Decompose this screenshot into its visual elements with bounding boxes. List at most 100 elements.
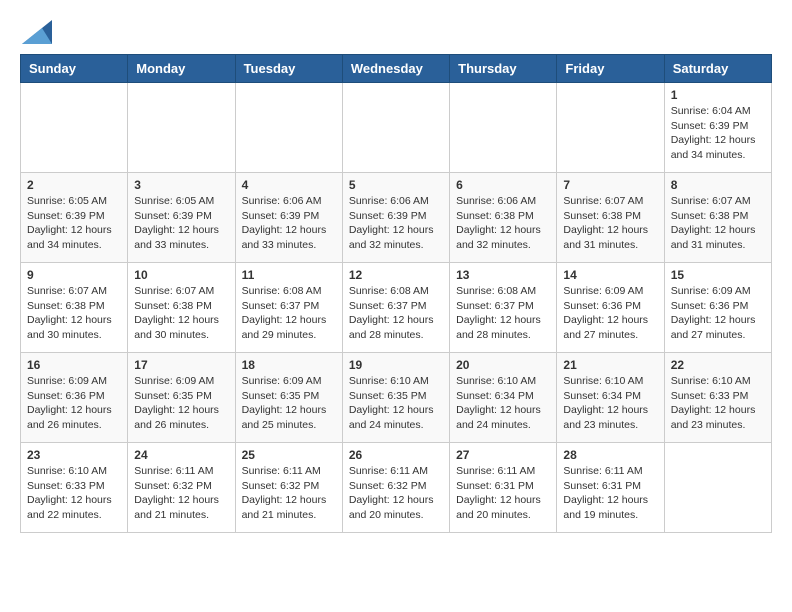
day-number: 5 — [349, 178, 443, 192]
day-number: 14 — [563, 268, 657, 282]
calendar-cell — [21, 83, 128, 173]
day-info: Sunrise: 6:10 AM Sunset: 6:34 PM Dayligh… — [563, 374, 657, 433]
calendar-cell — [664, 443, 771, 533]
calendar-cell: 7 Sunrise: 6:07 AM Sunset: 6:38 PM Daylig… — [557, 173, 664, 263]
day-info: Sunrise: 6:07 AM Sunset: 6:38 PM Dayligh… — [134, 284, 228, 343]
day-info: Sunrise: 6:08 AM Sunset: 6:37 PM Dayligh… — [349, 284, 443, 343]
calendar-cell: 4 Sunrise: 6:06 AM Sunset: 6:39 PM Daylig… — [235, 173, 342, 263]
calendar-cell: 5 Sunrise: 6:06 AM Sunset: 6:39 PM Daylig… — [342, 173, 449, 263]
calendar-table: SundayMondayTuesdayWednesdayThursdayFrid… — [20, 54, 772, 533]
day-number: 19 — [349, 358, 443, 372]
day-info: Sunrise: 6:05 AM Sunset: 6:39 PM Dayligh… — [134, 194, 228, 253]
weekday-header-row: SundayMondayTuesdayWednesdayThursdayFrid… — [21, 55, 772, 83]
day-info: Sunrise: 6:07 AM Sunset: 6:38 PM Dayligh… — [27, 284, 121, 343]
calendar-cell: 23 Sunrise: 6:10 AM Sunset: 6:33 PM Dayli… — [21, 443, 128, 533]
weekday-header-sunday: Sunday — [21, 55, 128, 83]
day-number: 28 — [563, 448, 657, 462]
day-info: Sunrise: 6:09 AM Sunset: 6:36 PM Dayligh… — [563, 284, 657, 343]
day-info: Sunrise: 6:10 AM Sunset: 6:33 PM Dayligh… — [671, 374, 765, 433]
logo — [20, 20, 52, 44]
day-number: 10 — [134, 268, 228, 282]
day-info: Sunrise: 6:04 AM Sunset: 6:39 PM Dayligh… — [671, 104, 765, 163]
calendar-cell: 13 Sunrise: 6:08 AM Sunset: 6:37 PM Dayli… — [450, 263, 557, 353]
day-number: 16 — [27, 358, 121, 372]
day-number: 24 — [134, 448, 228, 462]
calendar-week-4: 16 Sunrise: 6:09 AM Sunset: 6:36 PM Dayli… — [21, 353, 772, 443]
day-info: Sunrise: 6:11 AM Sunset: 6:31 PM Dayligh… — [456, 464, 550, 523]
day-number: 25 — [242, 448, 336, 462]
day-number: 4 — [242, 178, 336, 192]
day-number: 22 — [671, 358, 765, 372]
calendar-cell: 2 Sunrise: 6:05 AM Sunset: 6:39 PM Daylig… — [21, 173, 128, 263]
day-info: Sunrise: 6:10 AM Sunset: 6:33 PM Dayligh… — [27, 464, 121, 523]
day-info: Sunrise: 6:07 AM Sunset: 6:38 PM Dayligh… — [563, 194, 657, 253]
day-number: 7 — [563, 178, 657, 192]
calendar-week-1: 1 Sunrise: 6:04 AM Sunset: 6:39 PM Daylig… — [21, 83, 772, 173]
calendar-cell: 22 Sunrise: 6:10 AM Sunset: 6:33 PM Dayli… — [664, 353, 771, 443]
calendar-cell: 17 Sunrise: 6:09 AM Sunset: 6:35 PM Dayli… — [128, 353, 235, 443]
calendar-cell: 11 Sunrise: 6:08 AM Sunset: 6:37 PM Dayli… — [235, 263, 342, 353]
day-info: Sunrise: 6:10 AM Sunset: 6:35 PM Dayligh… — [349, 374, 443, 433]
day-number: 6 — [456, 178, 550, 192]
calendar-cell: 27 Sunrise: 6:11 AM Sunset: 6:31 PM Dayli… — [450, 443, 557, 533]
calendar-cell: 14 Sunrise: 6:09 AM Sunset: 6:36 PM Dayli… — [557, 263, 664, 353]
weekday-header-monday: Monday — [128, 55, 235, 83]
day-number: 9 — [27, 268, 121, 282]
calendar-cell — [235, 83, 342, 173]
calendar-week-5: 23 Sunrise: 6:10 AM Sunset: 6:33 PM Dayli… — [21, 443, 772, 533]
weekday-header-wednesday: Wednesday — [342, 55, 449, 83]
calendar-cell: 19 Sunrise: 6:10 AM Sunset: 6:35 PM Dayli… — [342, 353, 449, 443]
day-info: Sunrise: 6:06 AM Sunset: 6:38 PM Dayligh… — [456, 194, 550, 253]
day-number: 26 — [349, 448, 443, 462]
day-number: 18 — [242, 358, 336, 372]
page-header — [20, 20, 772, 44]
day-info: Sunrise: 6:11 AM Sunset: 6:32 PM Dayligh… — [134, 464, 228, 523]
weekday-header-friday: Friday — [557, 55, 664, 83]
day-number: 11 — [242, 268, 336, 282]
day-info: Sunrise: 6:06 AM Sunset: 6:39 PM Dayligh… — [242, 194, 336, 253]
weekday-header-tuesday: Tuesday — [235, 55, 342, 83]
calendar-cell: 3 Sunrise: 6:05 AM Sunset: 6:39 PM Daylig… — [128, 173, 235, 263]
day-info: Sunrise: 6:09 AM Sunset: 6:35 PM Dayligh… — [134, 374, 228, 433]
day-info: Sunrise: 6:10 AM Sunset: 6:34 PM Dayligh… — [456, 374, 550, 433]
day-info: Sunrise: 6:09 AM Sunset: 6:36 PM Dayligh… — [671, 284, 765, 343]
day-number: 17 — [134, 358, 228, 372]
calendar-cell — [342, 83, 449, 173]
calendar-cell: 6 Sunrise: 6:06 AM Sunset: 6:38 PM Daylig… — [450, 173, 557, 263]
calendar-cell: 28 Sunrise: 6:11 AM Sunset: 6:31 PM Dayli… — [557, 443, 664, 533]
weekday-header-thursday: Thursday — [450, 55, 557, 83]
calendar-cell — [450, 83, 557, 173]
day-number: 8 — [671, 178, 765, 192]
day-info: Sunrise: 6:07 AM Sunset: 6:38 PM Dayligh… — [671, 194, 765, 253]
day-number: 2 — [27, 178, 121, 192]
calendar-cell: 12 Sunrise: 6:08 AM Sunset: 6:37 PM Dayli… — [342, 263, 449, 353]
calendar-cell: 26 Sunrise: 6:11 AM Sunset: 6:32 PM Dayli… — [342, 443, 449, 533]
calendar-cell: 18 Sunrise: 6:09 AM Sunset: 6:35 PM Dayli… — [235, 353, 342, 443]
day-info: Sunrise: 6:08 AM Sunset: 6:37 PM Dayligh… — [242, 284, 336, 343]
calendar-cell: 15 Sunrise: 6:09 AM Sunset: 6:36 PM Dayli… — [664, 263, 771, 353]
day-number: 15 — [671, 268, 765, 282]
calendar-week-2: 2 Sunrise: 6:05 AM Sunset: 6:39 PM Daylig… — [21, 173, 772, 263]
calendar-cell: 20 Sunrise: 6:10 AM Sunset: 6:34 PM Dayli… — [450, 353, 557, 443]
calendar-cell — [557, 83, 664, 173]
day-number: 27 — [456, 448, 550, 462]
day-number: 23 — [27, 448, 121, 462]
day-number: 1 — [671, 88, 765, 102]
day-info: Sunrise: 6:08 AM Sunset: 6:37 PM Dayligh… — [456, 284, 550, 343]
calendar-cell: 24 Sunrise: 6:11 AM Sunset: 6:32 PM Dayli… — [128, 443, 235, 533]
day-info: Sunrise: 6:11 AM Sunset: 6:32 PM Dayligh… — [242, 464, 336, 523]
day-number: 12 — [349, 268, 443, 282]
day-info: Sunrise: 6:11 AM Sunset: 6:31 PM Dayligh… — [563, 464, 657, 523]
day-info: Sunrise: 6:11 AM Sunset: 6:32 PM Dayligh… — [349, 464, 443, 523]
day-number: 13 — [456, 268, 550, 282]
day-number: 20 — [456, 358, 550, 372]
weekday-header-saturday: Saturday — [664, 55, 771, 83]
calendar-week-3: 9 Sunrise: 6:07 AM Sunset: 6:38 PM Daylig… — [21, 263, 772, 353]
day-info: Sunrise: 6:09 AM Sunset: 6:35 PM Dayligh… — [242, 374, 336, 433]
calendar-cell: 10 Sunrise: 6:07 AM Sunset: 6:38 PM Dayli… — [128, 263, 235, 353]
day-number: 3 — [134, 178, 228, 192]
day-info: Sunrise: 6:09 AM Sunset: 6:36 PM Dayligh… — [27, 374, 121, 433]
day-info: Sunrise: 6:05 AM Sunset: 6:39 PM Dayligh… — [27, 194, 121, 253]
calendar-cell: 9 Sunrise: 6:07 AM Sunset: 6:38 PM Daylig… — [21, 263, 128, 353]
day-info: Sunrise: 6:06 AM Sunset: 6:39 PM Dayligh… — [349, 194, 443, 253]
